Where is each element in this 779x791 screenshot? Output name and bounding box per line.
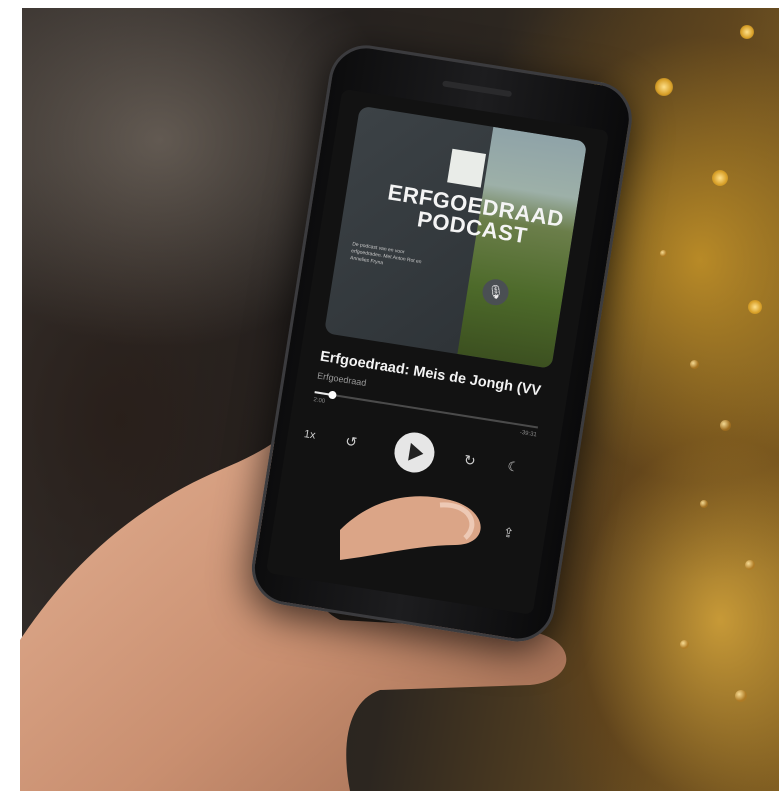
rewind-15-icon[interactable]: ↺: [344, 433, 358, 452]
rain-drop: [680, 640, 689, 649]
progress-knob[interactable]: [327, 390, 338, 400]
rain-drop: [690, 360, 699, 369]
bokeh-light: [748, 300, 762, 314]
phone-speaker: [442, 80, 513, 98]
show-name[interactable]: Erfgoedraad: [317, 370, 368, 388]
speed-button[interactable]: 1x: [303, 428, 316, 442]
white-border-left: [0, 0, 22, 791]
progress-bar[interactable]: [314, 390, 539, 429]
rain-drop: [735, 690, 747, 702]
podcast-cover-art[interactable]: ERFGOEDRAAD PODCAST De podcast van en vo…: [324, 105, 588, 369]
rain-drop: [720, 420, 731, 431]
forward-15-icon[interactable]: ↻: [463, 451, 477, 470]
bokeh-light: [712, 170, 728, 186]
cover-small-text: De podcast van en voor erfgoedraden. Met…: [349, 241, 422, 267]
play-icon: [408, 442, 425, 463]
rain-drop: [660, 250, 667, 257]
rain-drop: [700, 500, 708, 508]
time-elapsed: 2:00: [312, 397, 326, 405]
bokeh-light: [740, 25, 754, 39]
white-border-top: [0, 0, 779, 8]
rain-drop: [745, 560, 755, 570]
cover-logo: [447, 148, 487, 188]
time-remaining: -39:31: [519, 429, 538, 439]
play-button[interactable]: [391, 429, 438, 476]
photo-scene: ERFGOEDRAAD PODCAST De podcast van en vo…: [0, 0, 779, 791]
moon-icon[interactable]: ☾: [506, 458, 520, 476]
bokeh-light: [655, 78, 673, 96]
share-icon[interactable]: ⇪: [502, 524, 515, 542]
thumb: [340, 496, 481, 560]
